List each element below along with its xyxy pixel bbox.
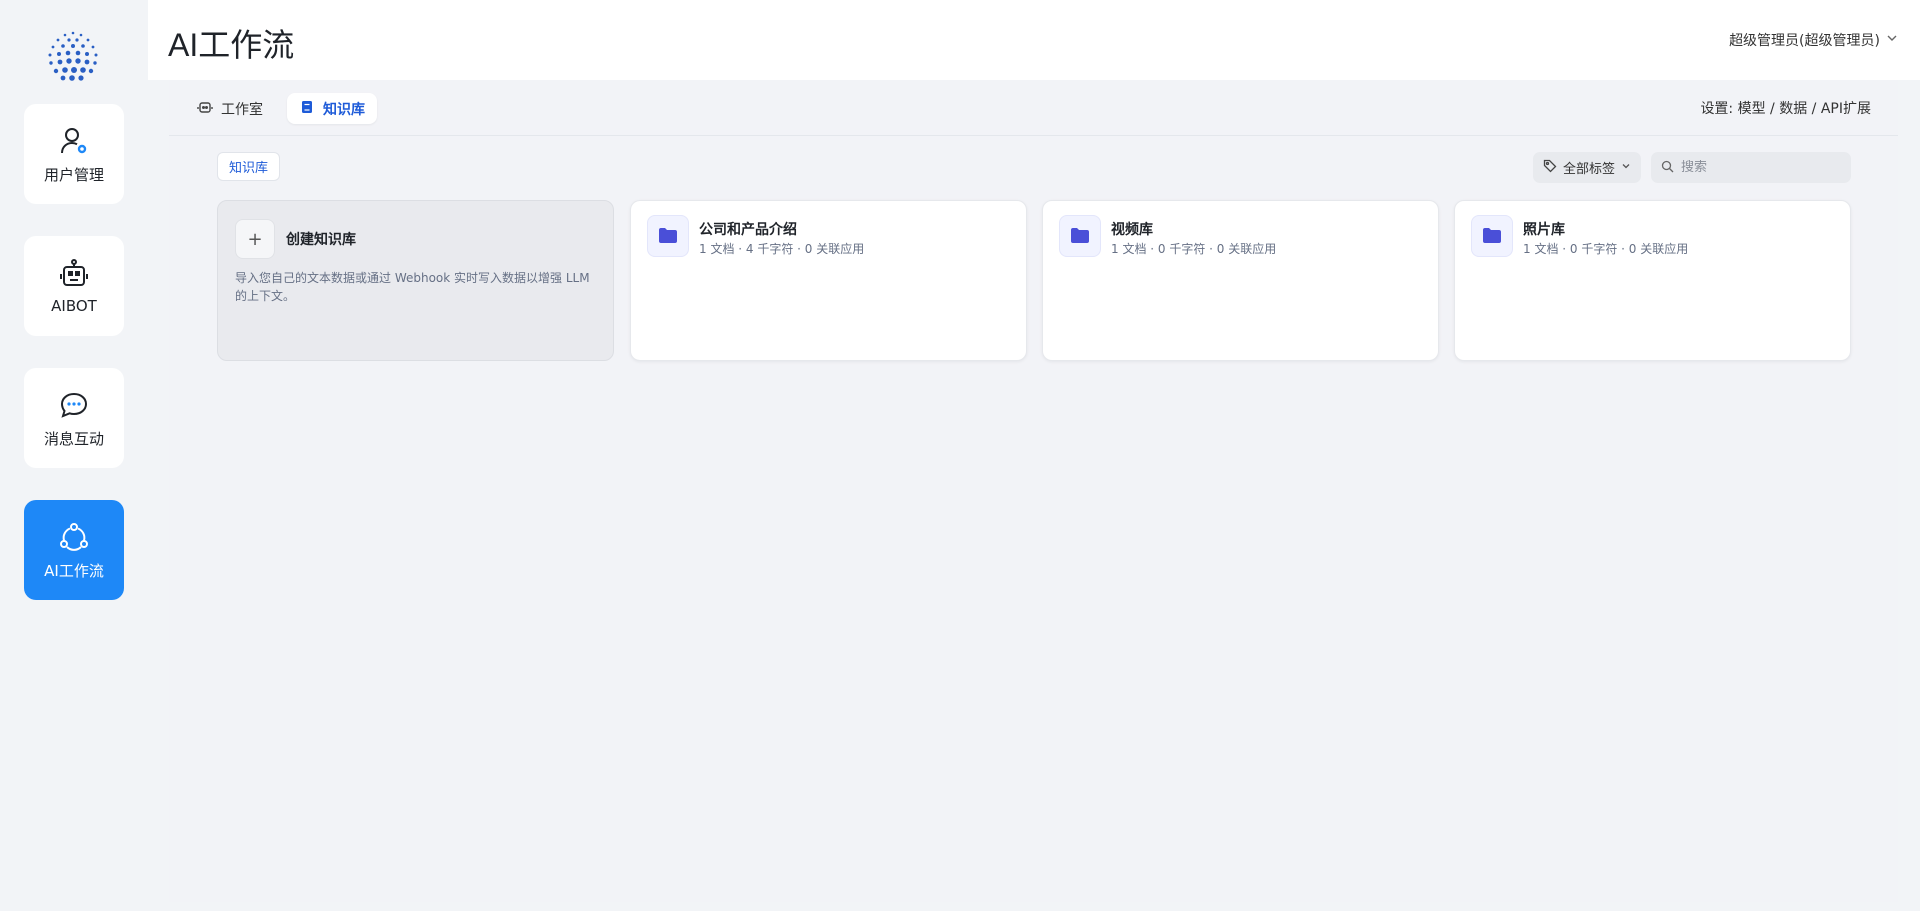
search-box[interactable]	[1651, 152, 1851, 183]
sidebar-item-label: 用户管理	[43, 165, 104, 184]
workflow-icon	[57, 520, 91, 554]
knowledge-base-name: 公司和产品介绍	[699, 222, 797, 238]
chevron-down-icon	[1621, 160, 1631, 175]
plus-icon: +	[235, 219, 275, 259]
create-knowledge-base-card[interactable]: + 创建知识库 导入您自己的文本数据或通过 Webhook 实时写入数据以增强 …	[217, 200, 614, 361]
knowledge-base-meta: 1 文档 · 0 千字符 · 0 关联应用	[1111, 242, 1277, 256]
knowledge-base-name: 照片库	[1523, 222, 1565, 238]
book-icon	[299, 99, 315, 119]
tab-label: 工作室	[221, 101, 263, 118]
app-logo	[44, 30, 102, 84]
tab-knowledge-base[interactable]: 知识库	[287, 93, 377, 124]
tag-icon	[1543, 159, 1557, 177]
header: AI工作流 超级管理员(超级管理员)	[148, 0, 1920, 80]
knowledge-base-name: 视频库	[1111, 222, 1153, 238]
main-panel: 工作室 知识库 设置: 模型 / 数据 / API扩展 知识库 全部标签 搜索 …	[169, 80, 1898, 902]
search-input[interactable]	[1681, 160, 1841, 175]
tag-filter-dropdown[interactable]: 全部标签	[1533, 152, 1642, 183]
page-title: AI工作流	[168, 27, 295, 63]
robot-icon	[57, 257, 91, 291]
sidebar-item-aibot[interactable]: AIBOT	[24, 236, 124, 336]
search-icon	[1661, 158, 1674, 177]
folder-icon	[1471, 215, 1513, 257]
tab-label: 知识库	[323, 101, 365, 118]
sidebar-item-label: AI工作流	[44, 561, 104, 580]
create-card-title: 创建知识库	[286, 232, 356, 248]
tag-filter-label: 全部标签	[1563, 162, 1616, 177]
knowledge-base-card[interactable]: 视频库 1 文档 · 0 千字符 · 0 关联应用	[1042, 200, 1439, 361]
knowledge-base-chip[interactable]: 知识库	[217, 152, 281, 181]
sidebar-item-label: 消息互动	[43, 429, 104, 448]
sidebar-item-label: AIBOT	[51, 297, 97, 315]
tab-studio[interactable]: 工作室	[185, 93, 275, 124]
knowledge-base-meta: 1 文档 · 0 千字符 · 0 关联应用	[1523, 242, 1689, 256]
knowledge-base-card[interactable]: 公司和产品介绍 1 文档 · 4 千字符 · 0 关联应用	[630, 200, 1027, 361]
create-card-description: 导入您自己的文本数据或通过 Webhook 实时写入数据以增强 LLM 的上下文…	[235, 271, 590, 303]
sidebar-item-user-management[interactable]: 用户管理	[24, 104, 124, 204]
chevron-down-icon	[1886, 32, 1898, 48]
tab-bar: 工作室 知识库 设置: 模型 / 数据 / API扩展	[169, 80, 1898, 136]
settings-link[interactable]: 设置: 模型 / 数据 / API扩展	[1700, 98, 1871, 118]
user-name: 超级管理员(超级管理员)	[1729, 33, 1880, 49]
user-menu[interactable]: 超级管理员(超级管理员)	[1729, 30, 1898, 50]
knowledge-base-meta: 1 文档 · 4 千字符 · 0 关联应用	[699, 242, 865, 256]
toolbar: 知识库 全部标签	[169, 136, 1898, 190]
sidebar-item-messages[interactable]: 消息互动	[24, 368, 124, 468]
robot-icon	[197, 99, 213, 119]
chat-bubble-icon	[57, 388, 91, 422]
knowledge-base-card[interactable]: 照片库 1 文档 · 0 千字符 · 0 关联应用	[1454, 200, 1851, 361]
sidebar-item-ai-workflow[interactable]: AI工作流	[24, 500, 124, 600]
user-settings-icon	[57, 124, 91, 158]
folder-icon	[647, 215, 689, 257]
folder-icon	[1059, 215, 1101, 257]
sidebar: 用户管理 AIBOT 消息互动 AI工作流	[0, 0, 148, 911]
